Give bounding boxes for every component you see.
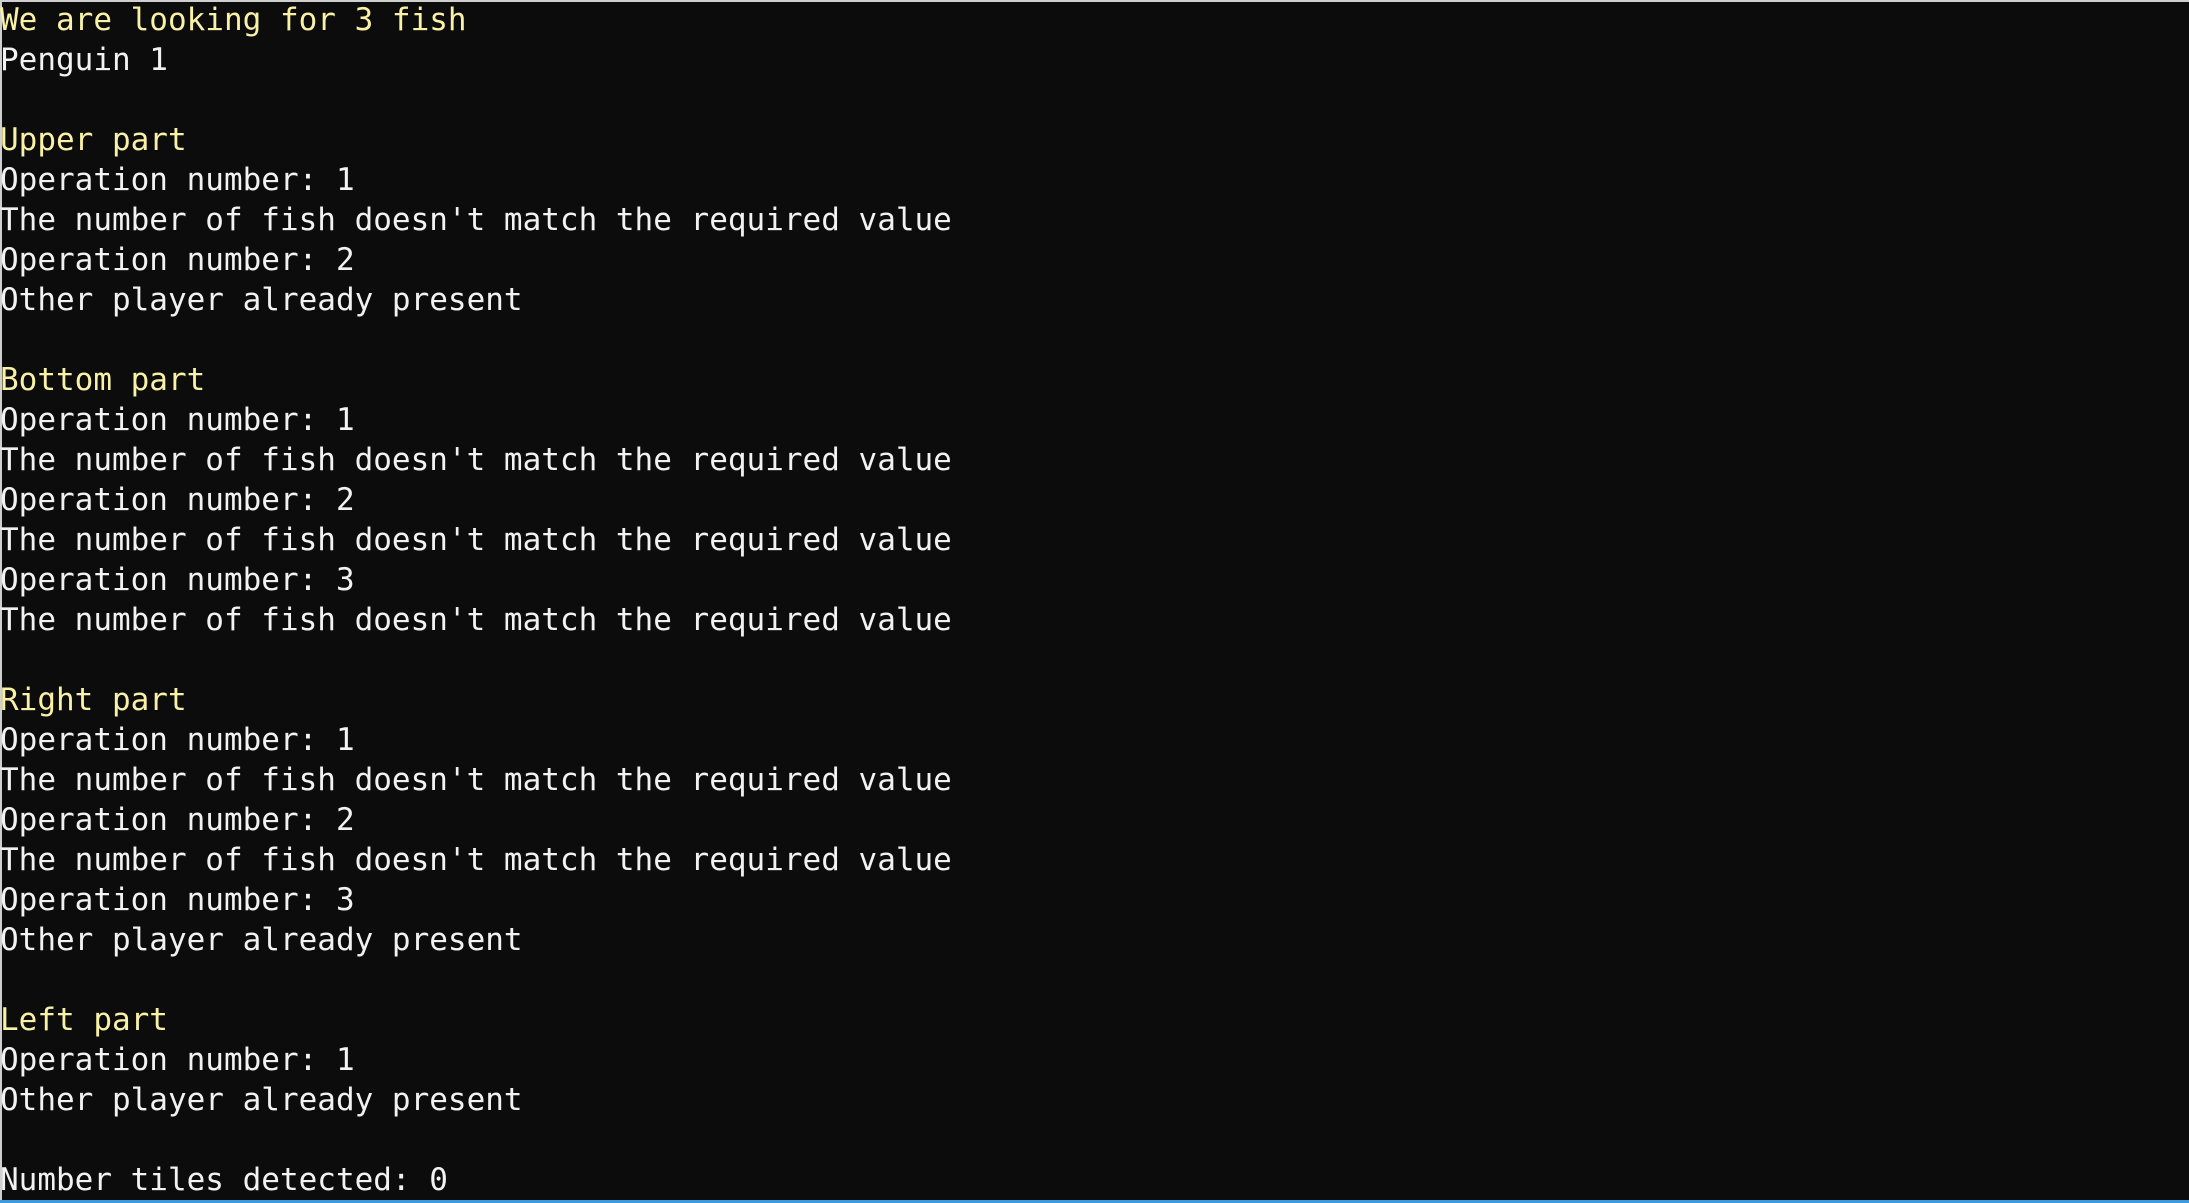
console-line: The number of fish doesn't match the req… xyxy=(0,602,952,638)
section-heading-upper: Upper part xyxy=(0,122,187,158)
section-heading-right: Right part xyxy=(0,682,187,718)
console-line: The number of fish doesn't match the req… xyxy=(0,442,952,478)
console-output[interactable]: We are looking for 3 fish Penguin 1 Uppe… xyxy=(0,0,2189,1200)
console-line: Operation number: 2 xyxy=(0,242,355,278)
console-line: The number of fish doesn't match the req… xyxy=(0,762,952,798)
console-line: Penguin 1 xyxy=(0,42,168,78)
console-line: Operation number: 2 xyxy=(0,802,355,838)
console-line: Other player already present xyxy=(0,282,523,318)
console-line: Operation number: 3 xyxy=(0,562,355,598)
console-line: Operation number: 1 xyxy=(0,402,355,438)
console-line: Operation number: 1 xyxy=(0,1042,355,1078)
console-line: Other player already present xyxy=(0,1082,523,1118)
console-line: Other player already present xyxy=(0,922,523,958)
console-line: Operation number: 2 xyxy=(0,482,355,518)
console-line: The number of fish doesn't match the req… xyxy=(0,522,952,558)
console-line: The number of fish doesn't match the req… xyxy=(0,202,952,238)
console-line: Operation number: 1 xyxy=(0,722,355,758)
console-line: The number of fish doesn't match the req… xyxy=(0,842,952,878)
console-line: Operation number: 3 xyxy=(0,882,355,918)
section-heading-bottom: Bottom part xyxy=(0,362,206,398)
tiles-detected-summary: Number tiles detected: 0 xyxy=(0,1162,448,1198)
section-heading-left: Left part xyxy=(0,1002,168,1038)
console-line: We are looking for 3 fish xyxy=(0,2,467,38)
console-line: Operation number: 1 xyxy=(0,162,355,198)
